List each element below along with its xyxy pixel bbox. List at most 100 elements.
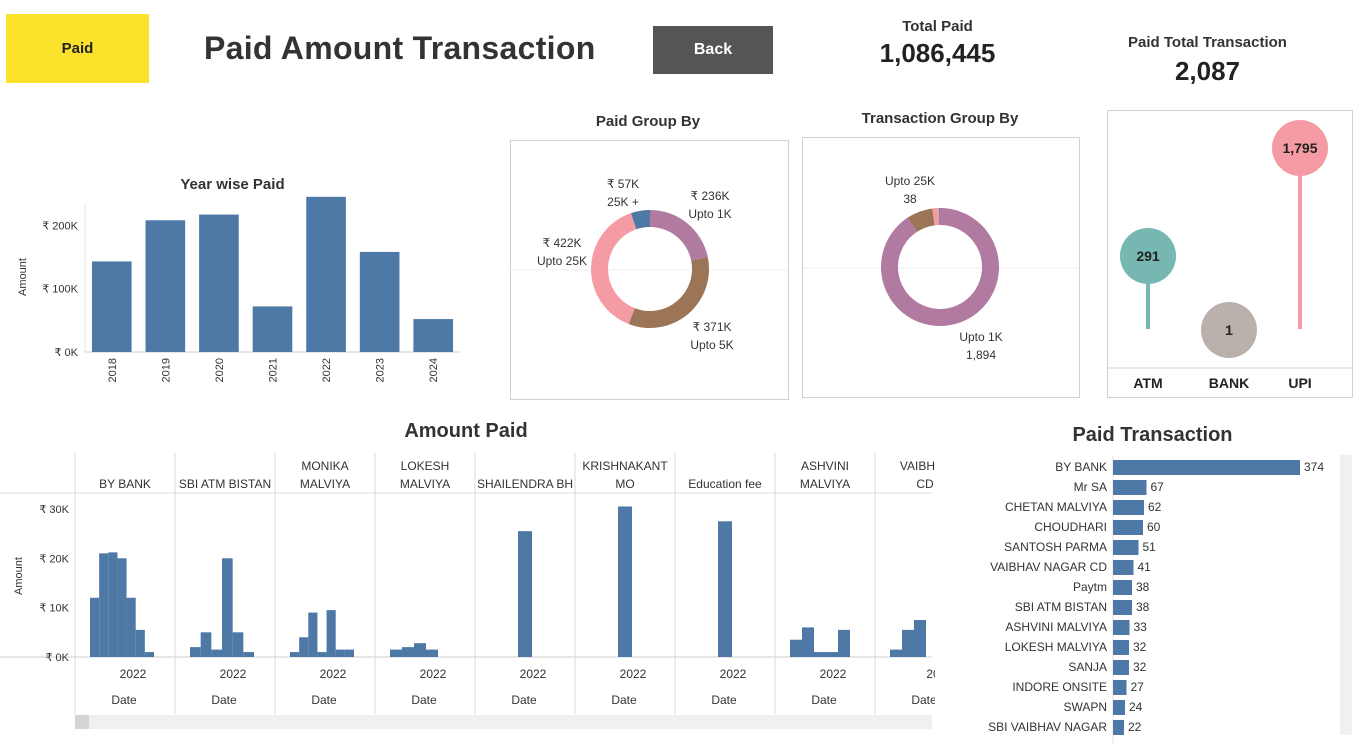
paid-button[interactable]: Paid <box>6 14 149 83</box>
scrollbar-track[interactable] <box>1340 455 1352 735</box>
panel-name: MALVIYA <box>400 477 450 491</box>
amount-bar <box>190 647 201 657</box>
x-axis-label: Date <box>811 693 837 707</box>
category-label: ASHVINI MALVIYA <box>1005 620 1107 634</box>
panel-year-label: 2022 <box>720 667 747 681</box>
panel-name: LOKESH <box>401 459 450 473</box>
transaction-group-donut: Upto 1K 1,894 Upto 25K 38 <box>803 174 1079 362</box>
amount-bar <box>326 610 336 657</box>
year-wise-chart: Amount ₹ 0K ₹ 100K ₹ 200K 2018 2019 2020 2021 20… <box>17 196 460 382</box>
scrollbar-thumb[interactable] <box>75 715 89 729</box>
panel-name: Education fee <box>688 477 762 491</box>
year-bar <box>306 196 346 352</box>
back-button[interactable]: Back <box>653 26 773 74</box>
year-bar <box>145 220 186 352</box>
transaction-bar <box>1113 500 1144 515</box>
paid-transactions-value: 2,087 <box>1174 56 1241 86</box>
amount-bar <box>290 652 300 657</box>
year-wise-title: Year wise Paid <box>180 176 285 193</box>
panel-name: SBI ATM BISTAN <box>179 477 271 491</box>
paid-group-slice <box>591 213 637 325</box>
amount-bar <box>790 639 802 657</box>
transaction-bar <box>1113 540 1139 555</box>
bar-value-label: 38 <box>1136 580 1150 594</box>
slice-value-label: ₹ 57K <box>607 177 639 191</box>
transaction-bar <box>1113 620 1130 635</box>
amount-bar <box>135 629 145 657</box>
transaction-bar <box>1113 580 1132 595</box>
amount-bar <box>902 629 914 657</box>
bar-value-label: 60 <box>1147 520 1161 534</box>
x-axis-label: Date <box>511 693 537 707</box>
bar-value-label: 24 <box>1129 700 1143 714</box>
x-axis-label: Date <box>411 693 437 707</box>
x-tick-label: 2019 <box>160 358 172 382</box>
y-tick-label: ₹ 30K <box>39 504 69 516</box>
y-tick-label: ₹ 10K <box>39 603 69 615</box>
lollipop-value-label: 1,795 <box>1282 140 1317 156</box>
transaction-group-title: Transaction Group By <box>861 110 1019 127</box>
transaction-bar <box>1113 480 1147 495</box>
panel-name: BY BANK <box>99 477 151 491</box>
slice-category-label: 25K + <box>607 195 639 209</box>
category-label: BY BANK <box>1055 460 1107 474</box>
x-axis-label: Date <box>211 693 237 707</box>
panel-name: MONIKA <box>301 459 348 473</box>
paid-transaction-title: Paid Transaction <box>1072 424 1233 446</box>
category-label: ATM <box>1133 375 1162 391</box>
y-tick-label: ₹ 0K <box>54 347 78 359</box>
slice-category-label: Upto 1K <box>688 207 731 221</box>
amount-bar <box>914 619 926 657</box>
bar-value-label: 62 <box>1148 500 1162 514</box>
mode-lollipop-chart: 291 ATM 1 BANK 1,795 UPI <box>1108 120 1352 391</box>
year-bar <box>199 214 239 352</box>
y-tick-label: ₹ 20K <box>39 553 69 565</box>
total-paid-label: Total Paid <box>902 18 973 35</box>
category-label: SBI ATM BISTAN <box>1015 600 1107 614</box>
paid-group-panel: ₹ 236K Upto 1K ₹ 371K Upto 5K ₹ 422K Upto 25K… <box>510 140 789 400</box>
amount-bar <box>890 649 902 657</box>
x-axis-label: Date <box>611 693 637 707</box>
amount-bar <box>618 506 632 657</box>
amount-bar <box>99 553 109 657</box>
transaction-bar <box>1113 680 1127 695</box>
category-label: INDORE ONSITE <box>1012 680 1107 694</box>
panel-year-label: 2022 <box>320 667 347 681</box>
amount-bar <box>126 597 136 657</box>
paid-transactions-kpi: Paid Total Transaction 2,087 <box>1105 34 1310 87</box>
paid-group-title: Paid Group By <box>595 113 701 130</box>
x-tick-label: 2018 <box>107 358 119 382</box>
y-tick-label: ₹ 0K <box>45 652 69 664</box>
category-label: CHETAN MALVIYA <box>1005 500 1107 514</box>
year-bar <box>91 261 132 352</box>
bar-value-label: 33 <box>1134 620 1148 634</box>
panel-year-label: 2022 <box>620 667 647 681</box>
amount-bar <box>232 632 244 657</box>
panel-name: MO <box>615 477 634 491</box>
slice-value-label: 1,894 <box>966 348 996 362</box>
x-tick-label: 2022 <box>321 358 333 382</box>
category-label: SWAPN <box>1063 700 1107 714</box>
transaction-bar <box>1113 520 1143 535</box>
panel-name: MALVIYA <box>300 477 350 491</box>
amount-bar <box>335 649 345 657</box>
transaction-group-slice <box>881 208 999 326</box>
amount-bar <box>299 637 309 657</box>
panel-year-label: 2022 <box>120 667 147 681</box>
transaction-group-panel: Upto 1K 1,894 Upto 25K 38 <box>802 137 1080 398</box>
transaction-bar <box>1113 560 1134 575</box>
category-label: VAIBHAV NAGAR CD <box>990 560 1107 574</box>
x-axis-label: Date <box>111 693 137 707</box>
transaction-bar <box>1113 720 1124 735</box>
amount-paid-chart: Amount ₹ 0K ₹ 10K ₹ 20K ₹ 30K BY BANK 2022 Date… <box>0 453 935 729</box>
panel-year-label: 2022 <box>820 667 847 681</box>
amount-bar <box>200 632 212 657</box>
amount-bar <box>211 649 222 657</box>
bar-value-label: 32 <box>1133 640 1147 654</box>
bar-value-label: 41 <box>1138 560 1152 574</box>
year-bar <box>252 306 293 352</box>
panel-year-label: 2022 <box>420 667 447 681</box>
amount-bar <box>344 649 354 657</box>
panel-name: SHAILENDRA BH <box>477 477 573 491</box>
x-tick-label: 2024 <box>428 358 440 382</box>
